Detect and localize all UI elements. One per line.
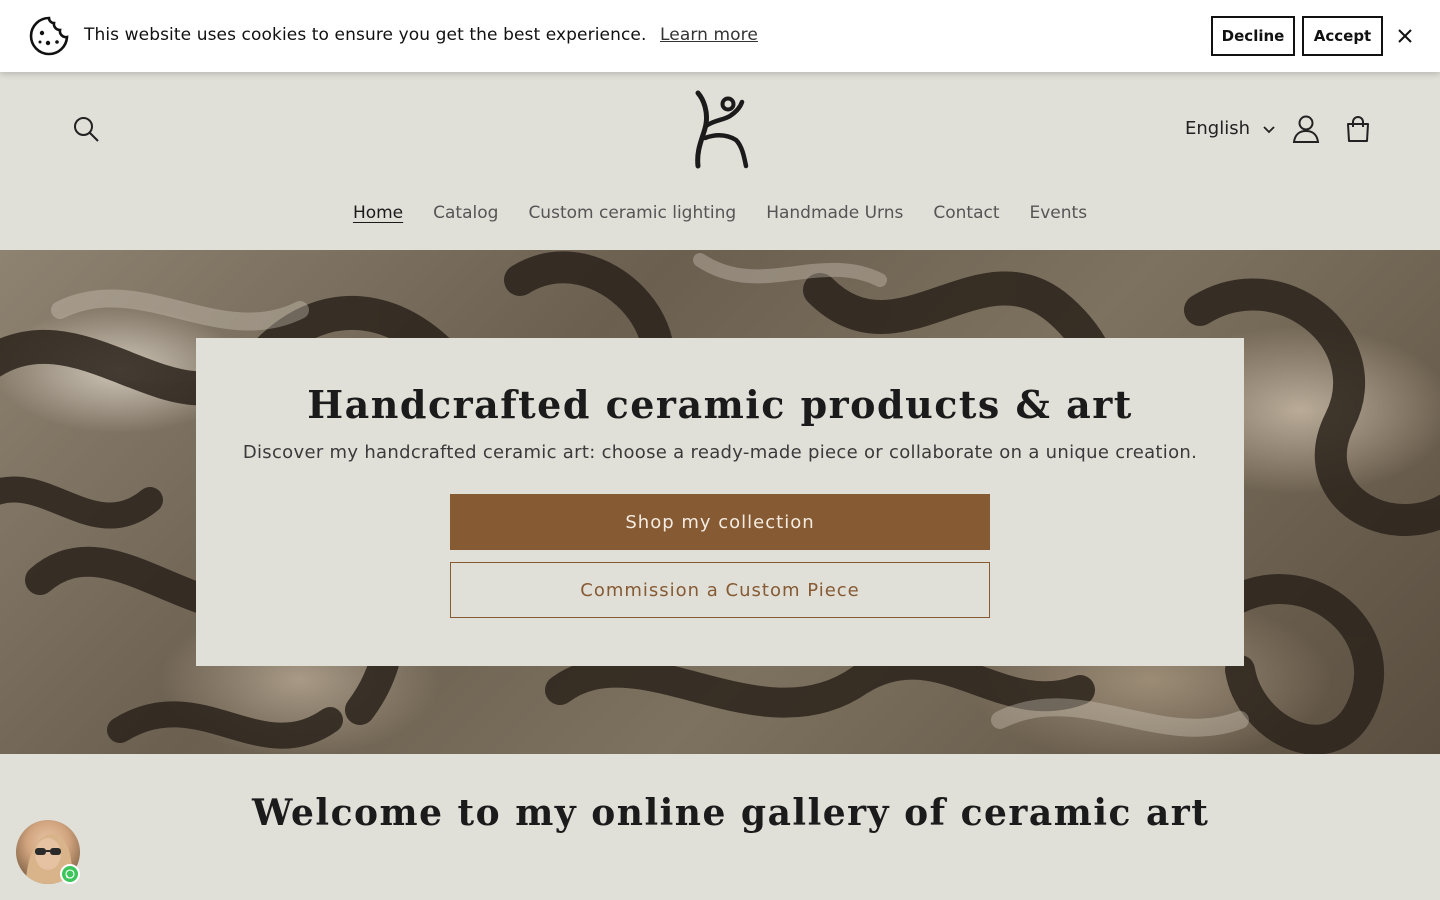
main-nav: Home Catalog Custom ceramic lighting Han… <box>0 203 1440 223</box>
cookie-message: This website uses cookies to ensure you … <box>84 25 758 45</box>
whatsapp-icon[interactable] <box>60 864 80 884</box>
nav-item-contact[interactable]: Contact <box>918 203 1014 223</box>
shop-collection-button[interactable]: Shop my collection <box>450 494 990 550</box>
nav-item-catalog[interactable]: Catalog <box>418 203 513 223</box>
commission-custom-button[interactable]: Commission a Custom Piece <box>450 562 990 618</box>
close-icon[interactable] <box>1395 26 1415 46</box>
nav-item-urns[interactable]: Handmade Urns <box>751 203 918 223</box>
logo-figure-icon[interactable] <box>690 90 752 170</box>
nav-item-home[interactable]: Home <box>338 203 418 223</box>
search-icon[interactable] <box>72 115 100 143</box>
learn-more-link[interactable]: Learn more <box>660 25 758 45</box>
accept-button[interactable]: Accept <box>1302 16 1383 56</box>
language-selector[interactable]: English <box>1185 118 1276 139</box>
hero-title: Handcrafted ceramic products & art <box>307 382 1133 427</box>
welcome-title: Welcome to my online gallery of ceramic … <box>252 792 1210 834</box>
hero-subtitle: Discover my handcrafted ceramic art: cho… <box>242 442 1198 463</box>
chevron-down-icon <box>1263 125 1275 133</box>
cookie-banner: This website uses cookies to ensure you … <box>0 0 1440 72</box>
nav-item-events[interactable]: Events <box>1015 203 1103 223</box>
hero-content-box: Handcrafted ceramic products & art Disco… <box>196 338 1244 666</box>
nav-item-custom-lighting[interactable]: Custom ceramic lighting <box>513 203 751 223</box>
hero-banner: Handcrafted ceramic products & art Disco… <box>0 250 1440 754</box>
cookie-icon <box>29 16 69 56</box>
language-label: English <box>1185 118 1250 139</box>
site-header: English Home Catalog Custom ceramic ligh… <box>0 72 1440 250</box>
cart-icon[interactable] <box>1345 115 1371 143</box>
cookie-message-text: This website uses cookies to ensure you … <box>84 25 647 45</box>
account-icon[interactable] <box>1292 114 1320 144</box>
decline-button[interactable]: Decline <box>1211 16 1295 56</box>
